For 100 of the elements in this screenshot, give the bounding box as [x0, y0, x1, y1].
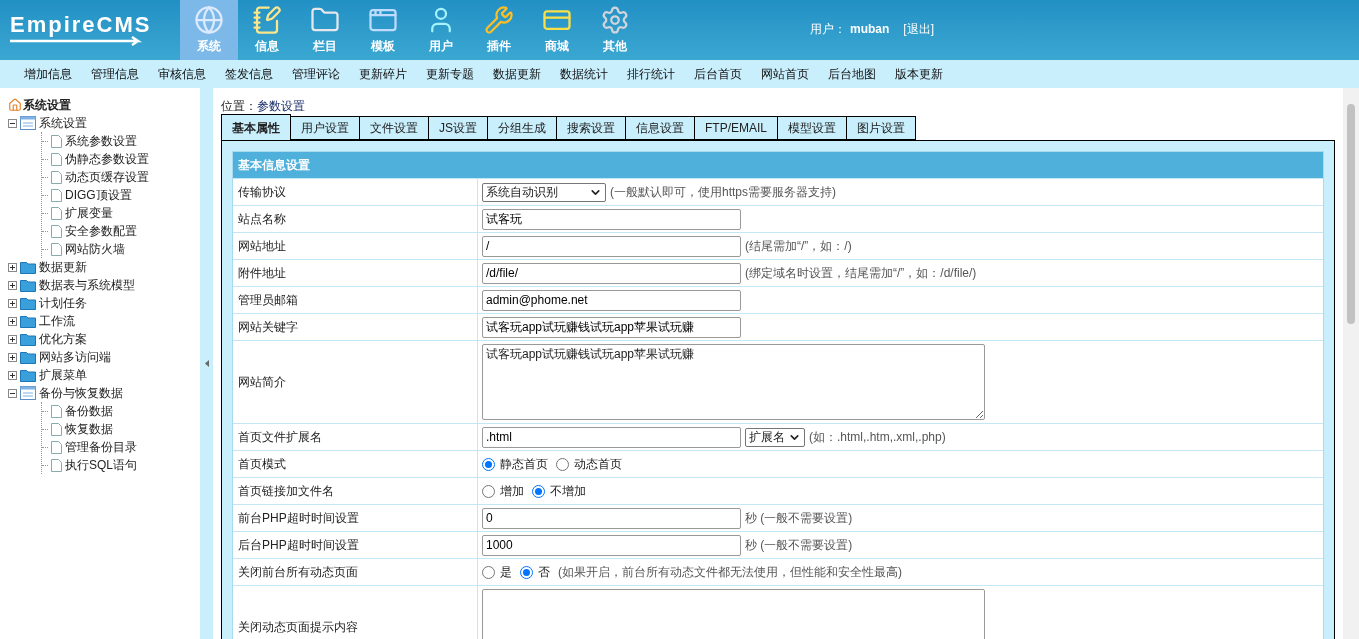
- expand-icon[interactable]: [8, 334, 17, 344]
- tree-item[interactable]: 扩展菜单: [39, 366, 87, 384]
- settings-tab[interactable]: 用户设置: [291, 116, 360, 140]
- tree-item[interactable]: 安全参数配置: [65, 222, 137, 240]
- text-field[interactable]: 1000: [482, 534, 741, 556]
- hint-text: 秒 (一般不需要设置): [745, 537, 853, 554]
- page-icon: [51, 422, 62, 436]
- settings-tab[interactable]: 模型设置: [778, 116, 848, 140]
- tree-item[interactable]: 系统设置: [39, 114, 87, 132]
- submenu-link[interactable]: 版本更新: [895, 65, 943, 83]
- hint-text: (一般默认即可，使用https需要服务器支持): [610, 184, 836, 201]
- folder-icon: [20, 278, 36, 292]
- text-field[interactable]: /: [482, 235, 741, 257]
- tree-item[interactable]: 动态页缓存设置: [65, 168, 149, 186]
- hint-text: (结尾需加“/”，如：/): [745, 238, 852, 255]
- settings-tab[interactable]: 文件设置: [360, 116, 429, 140]
- tree-item[interactable]: 系统参数设置: [65, 132, 137, 150]
- submenu-link[interactable]: 数据统计: [560, 65, 608, 83]
- field-label: 网站地址: [238, 238, 286, 255]
- radio-button[interactable]: [482, 565, 495, 579]
- settings-tab[interactable]: 搜索设置: [557, 116, 626, 140]
- text-field[interactable]: 试客玩: [482, 208, 741, 230]
- settings-tab[interactable]: 信息设置: [626, 116, 695, 140]
- settings-tab[interactable]: 基本属性: [221, 114, 291, 140]
- tree-item[interactable]: DIGG顶设置: [65, 186, 132, 204]
- radio-button[interactable]: [556, 457, 569, 471]
- tree-item[interactable]: 执行SQL语句: [65, 456, 137, 474]
- tree-item[interactable]: 数据表与系统模型: [39, 276, 135, 294]
- text-field[interactable]: admin@phome.net: [482, 289, 741, 311]
- tree-item[interactable]: 扩展变量: [65, 204, 113, 222]
- tree-item[interactable]: 网站防火墙: [65, 240, 125, 258]
- radio-button[interactable]: [520, 565, 533, 579]
- tree-item[interactable]: 备份数据: [65, 402, 113, 420]
- collapse-icon[interactable]: [8, 388, 17, 398]
- tree-item[interactable]: 优化方案: [39, 330, 87, 348]
- wrench-icon: [484, 5, 514, 35]
- dropdown[interactable]: 扩展名: [745, 427, 805, 447]
- expand-icon[interactable]: [8, 352, 17, 362]
- expand-icon[interactable]: [8, 370, 17, 380]
- radio-button[interactable]: [482, 457, 495, 471]
- page-icon: [51, 458, 62, 472]
- expand-icon[interactable]: [8, 280, 17, 290]
- submenu-link[interactable]: 审核信息: [158, 65, 206, 83]
- tree-item[interactable]: 计划任务: [39, 294, 87, 312]
- page-icon: [51, 242, 62, 256]
- radio-label: 否: [538, 564, 550, 581]
- text-field[interactable]: .html: [482, 426, 741, 448]
- submenu-link[interactable]: 网站首页: [761, 65, 809, 83]
- submenu-link[interactable]: 数据更新: [493, 65, 541, 83]
- expand-icon[interactable]: [8, 262, 17, 272]
- location-link[interactable]: 参数设置: [257, 97, 305, 115]
- text-field[interactable]: 0: [482, 507, 741, 529]
- field-label: 附件地址: [238, 265, 286, 282]
- field-label: 首页链接加文件名: [238, 483, 334, 500]
- tree-item[interactable]: 数据更新: [39, 258, 87, 276]
- text-field[interactable]: /d/file/: [482, 262, 741, 284]
- list-window-icon: [20, 116, 36, 130]
- tree-item[interactable]: 备份与恢复数据: [39, 384, 123, 402]
- submenu-link[interactable]: 更新碎片: [359, 65, 407, 83]
- tree-item[interactable]: 恢复数据: [65, 420, 113, 438]
- folder-icon: [20, 368, 36, 382]
- tree-item[interactable]: 管理备份目录: [65, 438, 137, 456]
- settings-tab[interactable]: JS设置: [429, 116, 488, 140]
- dropdown[interactable]: 系统自动识别: [482, 182, 606, 202]
- submenu-link[interactable]: 后台地图: [828, 65, 876, 83]
- expand-icon[interactable]: [8, 298, 17, 308]
- submenu-link[interactable]: 管理信息: [91, 65, 139, 83]
- submenu-link[interactable]: 排行统计: [627, 65, 675, 83]
- settings-tab[interactable]: 分组生成: [488, 116, 557, 140]
- collapse-icon[interactable]: [8, 118, 17, 128]
- submenu-link[interactable]: 签发信息: [225, 65, 273, 83]
- logo: EmpireCMS: [0, 0, 180, 60]
- folder-icon: [20, 332, 36, 346]
- section-header: 基本信息设置: [233, 152, 1323, 178]
- tree-item[interactable]: 工作流: [39, 312, 75, 330]
- page-icon: [51, 188, 62, 202]
- submenu-link[interactable]: 管理评论: [292, 65, 340, 83]
- text-field[interactable]: 试客玩app试玩赚钱试玩app苹果试玩赚: [482, 316, 741, 338]
- radio-button[interactable]: [532, 484, 545, 498]
- settings-tab[interactable]: 图片设置: [847, 116, 917, 140]
- list-window-icon: [20, 386, 36, 400]
- textarea-field[interactable]: 试客玩app试玩赚钱试玩app苹果试玩赚: [482, 344, 985, 420]
- expand-icon[interactable]: [8, 316, 17, 326]
- tree-item[interactable]: 伪静态参数设置: [65, 150, 149, 168]
- hint-text: 秒 (一般不需要设置): [745, 510, 853, 527]
- submenu-link[interactable]: 后台首页: [694, 65, 742, 83]
- field-label: 后台PHP超时时间设置: [238, 537, 359, 554]
- sidebar-title: 系统设置: [23, 97, 71, 114]
- globe-icon: [194, 5, 224, 35]
- settings-tab[interactable]: FTP/EMAIL: [695, 116, 779, 140]
- scrollbar[interactable]: [1343, 88, 1359, 639]
- radio-button[interactable]: [482, 484, 495, 498]
- submenu-link[interactable]: 更新专题: [426, 65, 474, 83]
- submenu-link[interactable]: 增加信息: [24, 65, 72, 83]
- field-label: 首页模式: [238, 456, 286, 473]
- scrollbar-thumb[interactable]: [1347, 104, 1355, 324]
- user-label: 用户：: [810, 21, 846, 38]
- collapse-arrow-icon[interactable]: [204, 360, 209, 367]
- page-icon: [51, 152, 62, 166]
- tree-item[interactable]: 网站多访问端: [39, 348, 111, 366]
